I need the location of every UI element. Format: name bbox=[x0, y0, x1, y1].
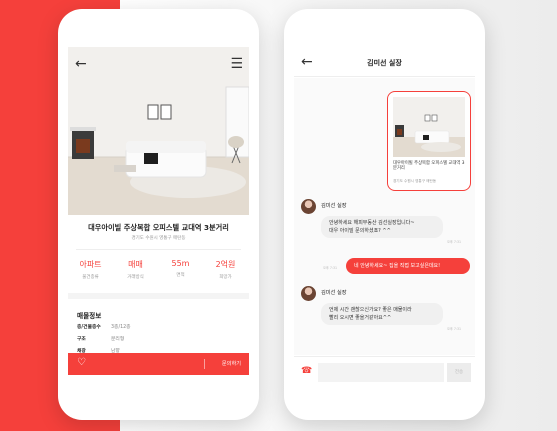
stat-value: 매매 bbox=[128, 260, 143, 269]
bottom-action-bar: ♡ 문의하기 bbox=[68, 353, 249, 375]
heart-icon[interactable]: ♡ bbox=[77, 357, 86, 368]
avatar bbox=[301, 199, 316, 214]
living-room-illustration bbox=[68, 47, 249, 215]
message-line: 빨리 오시면 좋을거같아요^^ bbox=[329, 315, 392, 321]
stat-label: 물건종류 bbox=[82, 275, 99, 280]
message-line: 언제 시간 괜찮으신가요? 좋은 매물이라 bbox=[329, 307, 412, 313]
listing-title: 대우아이빌 주상복합 오피스텔 교대역 3분거리 bbox=[88, 223, 229, 232]
message-time: 오후 7:31 bbox=[323, 266, 338, 270]
chat-body[interactable]: 대우아이빌 주상복합 오피스텔 교대역 3분거리 경기도 수원시 영통구 매탄동… bbox=[294, 78, 475, 355]
info-value: 3층/12층 bbox=[111, 325, 131, 330]
stat-value: 55m bbox=[171, 259, 190, 268]
stat-label: 희망가 bbox=[219, 275, 232, 280]
back-arrow-icon[interactable]: ← bbox=[75, 57, 87, 71]
info-row-floor: 층/건물층수 3층/12층 bbox=[77, 323, 131, 330]
chat-title: 김미선 실장 bbox=[367, 59, 402, 67]
message-line: 대우 아이빌 문의하셨죠? ^^ bbox=[329, 228, 391, 234]
stat-value: 아파트 bbox=[79, 260, 102, 269]
stat-label: 면적 bbox=[176, 273, 185, 278]
incoming-message: 언제 시간 괜찮으신가요? 좋은 매물이라 빨리 오시면 좋을거같아요^^ bbox=[321, 303, 443, 325]
listing-card-title: 대우아이빌 주상복합 오피스텔 교대역 3분거리 bbox=[393, 161, 465, 172]
room-thumbnail bbox=[393, 97, 465, 157]
chat-screen: ← 김미선 실장 대우아이빌 주상복합 오피스텔 교대역 3분거리 경기도 수원… bbox=[294, 47, 475, 387]
info-key: 층/건물층수 bbox=[77, 325, 101, 330]
phone-icon[interactable]: ☎ bbox=[301, 366, 312, 376]
section-title: 매물정보 bbox=[77, 312, 102, 320]
message-line: 안녕하세요 해피부동산 김선실장입니다~ bbox=[329, 220, 415, 226]
listing-screen: ← ☰ 대우아이빌 주상복합 오피스텔 교대역 3분거리 경기도 수원시 영통구… bbox=[68, 47, 249, 387]
message-input-bar: ☎ 전송 bbox=[294, 356, 475, 387]
stat-price: 2억원 희망가 bbox=[203, 259, 248, 280]
phone-chat: ← 김미선 실장 대우아이빌 주상복합 오피스텔 교대역 3분거리 경기도 수원… bbox=[284, 9, 485, 420]
listing-card-address: 경기도 수원시 영통구 매탄동 bbox=[393, 179, 437, 183]
listing-address: 경기도 수원시 영통구 매탄동 bbox=[131, 236, 186, 241]
section-separator bbox=[68, 293, 249, 299]
info-value: 분리형 bbox=[111, 337, 125, 342]
info-key: 구조 bbox=[77, 337, 86, 342]
outgoing-message: 네 안녕하세요~ 집을 직접 보고싶은데요! bbox=[346, 258, 470, 274]
message-input[interactable] bbox=[318, 363, 444, 382]
divider bbox=[76, 249, 241, 250]
info-row-structure: 구조 분리형 bbox=[77, 335, 124, 342]
avatar bbox=[301, 286, 316, 301]
bar-divider bbox=[204, 359, 205, 369]
send-button[interactable]: 전송 bbox=[447, 363, 471, 382]
stat-label: 거래방식 bbox=[127, 275, 144, 280]
listing-card[interactable]: 대우아이빌 주상복합 오피스텔 교대역 3분거리 경기도 수원시 영통구 매탄동 bbox=[387, 91, 471, 191]
sender-name: 김미선 실장 bbox=[321, 290, 347, 296]
incoming-message: 안녕하세요 해피부동산 김선실장입니다~ 대우 아이빌 문의하셨죠? ^^ bbox=[321, 216, 443, 238]
stat-deal-type: 매매 거래방식 bbox=[113, 259, 158, 280]
sender-name: 김미선 실장 bbox=[321, 203, 347, 209]
chat-header: ← 김미선 실장 bbox=[294, 47, 475, 77]
listing-photo: ← ☰ bbox=[68, 47, 249, 215]
inquire-button[interactable]: 문의하기 bbox=[222, 360, 241, 367]
message-time: 오후 7:31 bbox=[447, 327, 462, 331]
stat-area: 55m 면적 bbox=[158, 259, 203, 278]
stat-value: 2억원 bbox=[215, 260, 236, 269]
stat-property-type: 아파트 물건종류 bbox=[68, 259, 113, 280]
phone-listing: ← ☰ 대우아이빌 주상복합 오피스텔 교대역 3분거리 경기도 수원시 영통구… bbox=[58, 9, 259, 420]
message-time: 오후 7:31 bbox=[447, 240, 462, 244]
listing-card-photo bbox=[393, 97, 465, 157]
menu-icon[interactable]: ☰ bbox=[230, 57, 243, 71]
